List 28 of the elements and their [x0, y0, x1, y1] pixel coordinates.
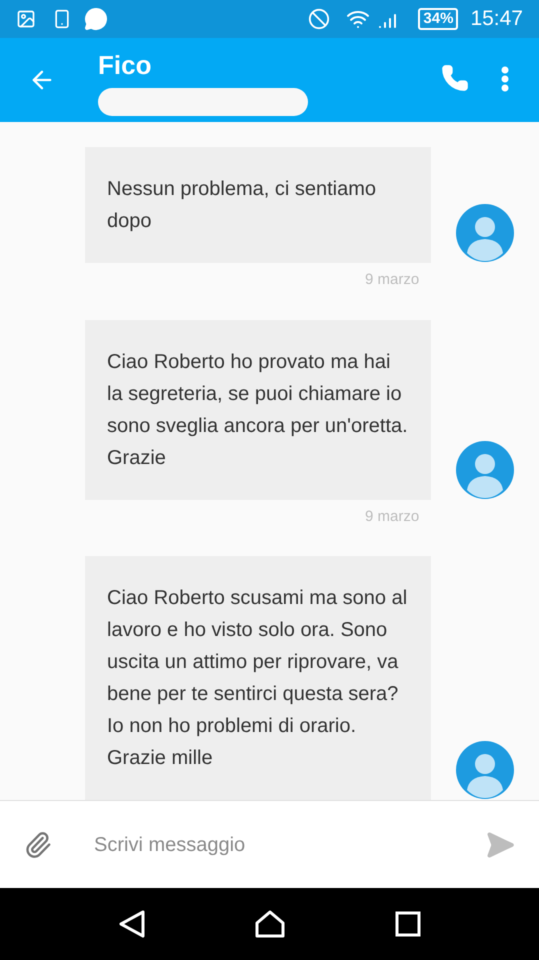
- square-icon: [394, 911, 421, 937]
- do-not-disturb-icon: [308, 8, 330, 30]
- message-bubble: Ciao Roberto scusami ma sono al lavoro e ho visto solo ora. Sono uscita un attimo per riprovare, va bene per te sentirci questa sera? Io non ho problemi di orario. Grazie mille: [85, 556, 431, 800]
- message-input[interactable]: Scrivi messaggio: [94, 830, 485, 860]
- message-date: 9 marzo: [365, 270, 420, 290]
- paperclip-icon: [24, 830, 52, 858]
- message-bubble: Nessun problema, ci sentiamo dopo: [85, 147, 431, 263]
- recents-button[interactable]: [394, 911, 421, 937]
- image-icon: [16, 9, 36, 29]
- back-nav-button[interactable]: [118, 909, 146, 939]
- more-options-icon: [501, 66, 509, 92]
- contact-name: Fico: [98, 49, 152, 82]
- home-button[interactable]: [254, 909, 286, 939]
- message-date: 9 marzo: [365, 506, 420, 526]
- home-icon: [254, 909, 286, 939]
- battery-level: 34%: [418, 8, 458, 30]
- call-button[interactable]: [441, 64, 469, 92]
- clock: 15:47: [470, 6, 523, 32]
- phone-handset-icon: [441, 64, 469, 92]
- contact-avatar-icon: [455, 740, 515, 800]
- message-bubble: Ciao Roberto ho provato ma hai la segreteria, se puoi chiamare io sono sveglia ancora per un'oretta. Grazie: [85, 320, 431, 500]
- send-icon: [485, 830, 515, 860]
- contact-avatar-icon: [455, 203, 515, 263]
- more-options-button[interactable]: [501, 66, 509, 92]
- contact-avatar-icon: [455, 440, 515, 500]
- messenger-icon: [84, 7, 108, 31]
- attach-button[interactable]: [24, 830, 52, 858]
- triangle-back-icon: [118, 909, 146, 939]
